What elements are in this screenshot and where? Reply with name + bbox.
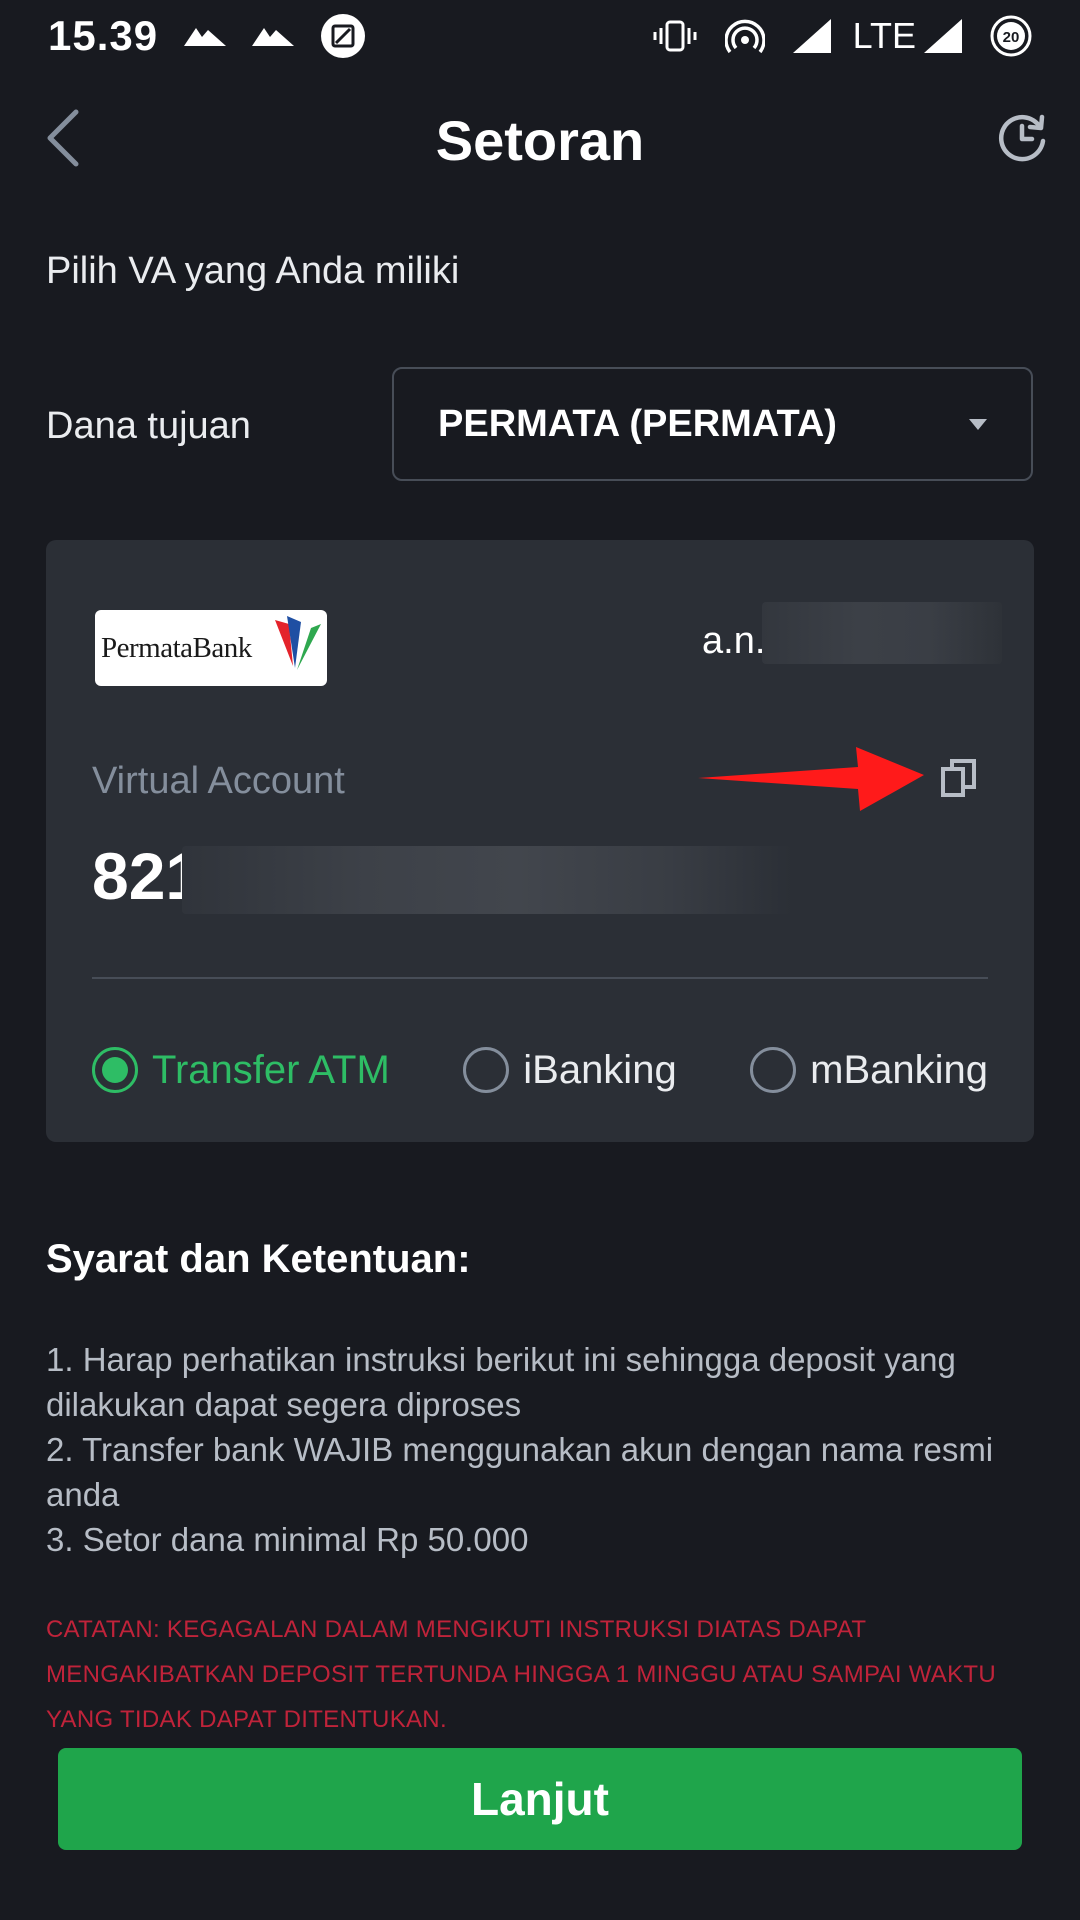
status-time: 15.39 xyxy=(48,12,159,59)
signal-icon xyxy=(924,19,962,53)
red-arrow-annotation xyxy=(698,745,928,820)
transfer-method-group: Transfer ATM iBanking mBanking xyxy=(92,1035,988,1105)
destination-label: Dana tujuan xyxy=(46,405,251,447)
terms-item: 3. Setor dana minimal Rp 50.000 xyxy=(46,1521,529,1558)
destination-value: PERMATA (PERMATA) xyxy=(438,402,837,445)
signal-icon xyxy=(792,19,831,53)
radio-unselected-icon[interactable] xyxy=(750,1047,797,1093)
mountain-icon xyxy=(184,24,227,48)
va-instruction: Pilih VA yang Anda miliki xyxy=(46,250,460,292)
history-icon xyxy=(995,111,1049,170)
warning-note: CATATAN: KEGAGALAN DALAM MENGIKUTI INSTR… xyxy=(46,1616,997,1733)
copy-va-button[interactable] xyxy=(934,755,984,805)
method-label: Transfer ATM xyxy=(152,1047,390,1092)
terms-item: 1. Harap perhatikan instruksi berikut in… xyxy=(46,1341,956,1423)
hotspot-icon xyxy=(724,18,765,54)
bank-logo-text: PermataBank xyxy=(101,631,252,664)
history-button[interactable] xyxy=(986,104,1058,176)
deposit-screen: 15.39 LTE 20 Setoran Pilih VA yang Anda … xyxy=(0,0,1080,1920)
status-bar: 15.39 LTE 20 xyxy=(0,0,1080,72)
vibrate-icon xyxy=(653,20,697,52)
method-mbanking[interactable]: mBanking xyxy=(750,1047,988,1093)
terms-item: 2. Transfer bank WAJIB menggunakan akun … xyxy=(46,1431,994,1513)
radio-selected-icon[interactable] xyxy=(92,1047,138,1093)
radio-unselected-icon[interactable] xyxy=(463,1047,510,1093)
svg-text:20: 20 xyxy=(1003,29,1020,46)
caret-down-icon xyxy=(969,418,987,430)
method-label: mBanking xyxy=(810,1047,988,1092)
mountain-icon xyxy=(252,24,295,48)
terms-list: 1. Harap perhatikan instruksi berikut in… xyxy=(46,1337,1036,1562)
method-ibanking[interactable]: iBanking xyxy=(463,1047,677,1093)
continue-button[interactable]: Lanjut xyxy=(58,1748,1022,1850)
page-title: Setoran xyxy=(435,108,645,172)
screenshot-icon xyxy=(320,13,366,59)
redacted-va-number xyxy=(182,846,792,914)
card-divider xyxy=(92,977,988,979)
back-button[interactable] xyxy=(26,104,98,176)
copy-icon xyxy=(940,757,978,804)
virtual-account-label: Virtual Account xyxy=(92,760,345,802)
destination-select[interactable]: PERMATA (PERMATA) xyxy=(392,367,1033,481)
network-type: LTE xyxy=(852,15,916,56)
chevron-left-icon xyxy=(42,108,82,173)
virtual-account-card: PermataBank a.n. Virtual Account 821 Tra… xyxy=(46,540,1034,1142)
battery-icon: 20 xyxy=(990,15,1032,57)
method-transfer-atm[interactable]: Transfer ATM xyxy=(92,1047,390,1093)
account-owner-label: a.n. xyxy=(702,620,766,662)
redacted-owner-name xyxy=(762,602,1002,664)
bank-logo-mark-icon xyxy=(271,614,325,679)
method-label: iBanking xyxy=(523,1047,677,1092)
terms-title: Syarat dan Ketentuan: xyxy=(46,1237,471,1281)
permata-bank-logo: PermataBank xyxy=(95,610,327,686)
top-bar: Setoran xyxy=(0,92,1080,188)
